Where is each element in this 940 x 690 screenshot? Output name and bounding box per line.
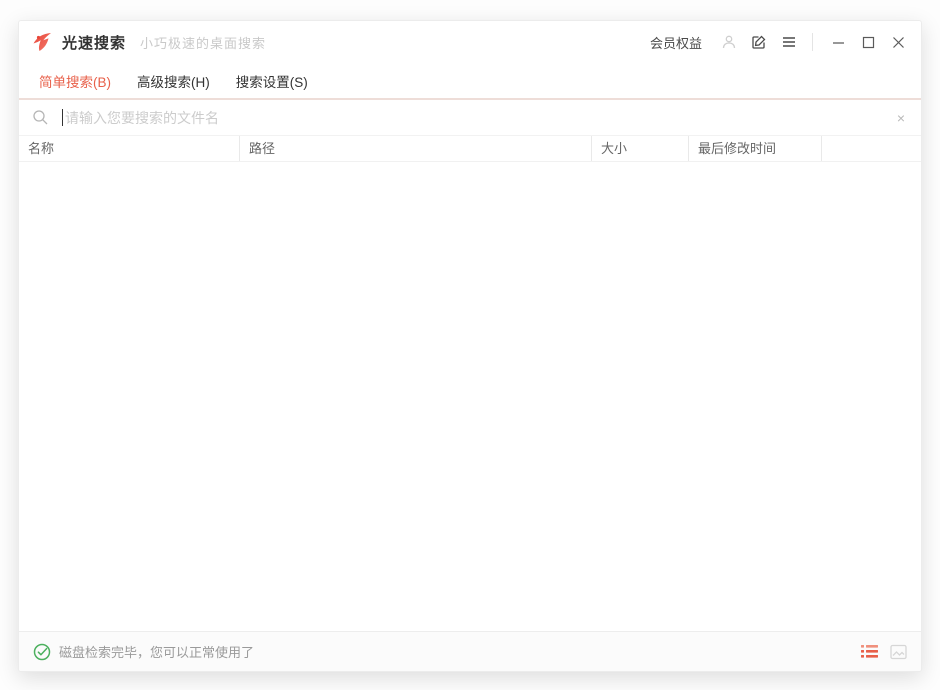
- titlebar-divider: [812, 33, 813, 51]
- maximize-button[interactable]: [853, 21, 883, 63]
- results-area: [19, 162, 921, 567]
- check-circle-icon: [33, 643, 51, 661]
- search-icon: [32, 109, 54, 126]
- tab-bar: 简单搜索(B) 高级搜索(H) 搜索设置(S): [19, 63, 921, 98]
- clear-search-icon[interactable]: ×: [894, 111, 908, 125]
- tab-simple-search[interactable]: 简单搜索(B): [39, 71, 111, 91]
- hamburger-menu-icon[interactable]: [774, 27, 804, 57]
- column-header-size[interactable]: 大小: [591, 136, 688, 161]
- text-caret: [62, 109, 63, 126]
- tab-search-settings[interactable]: 搜索设置(S): [236, 71, 308, 91]
- app-subtitle: 小巧极速的桌面搜索: [140, 33, 266, 52]
- member-benefits-link[interactable]: 会员权益: [650, 33, 702, 52]
- app-title: 光速搜索: [62, 32, 126, 53]
- status-bar: 磁盘检索完毕，您可以正常使用了: [19, 631, 921, 671]
- close-button[interactable]: [883, 21, 913, 63]
- app-logo-icon: [29, 29, 55, 55]
- title-bar: 光速搜索 小巧极速的桌面搜索 会员权益: [19, 21, 921, 63]
- search-bar: ×: [19, 100, 921, 136]
- results-list-icon[interactable]: [861, 644, 878, 659]
- minimize-button[interactable]: [823, 21, 853, 63]
- feedback-edit-icon[interactable]: [744, 27, 774, 57]
- user-icon[interactable]: [714, 27, 744, 57]
- column-header-extra: [821, 136, 921, 161]
- column-header-path[interactable]: 路径: [239, 136, 591, 161]
- column-header-name[interactable]: 名称: [19, 136, 239, 161]
- search-input[interactable]: [65, 110, 894, 126]
- status-message: 磁盘检索完毕，您可以正常使用了: [59, 642, 254, 661]
- preview-image-icon[interactable]: [890, 644, 907, 660]
- results-table-header: 名称 路径 大小 最后修改时间: [19, 136, 921, 162]
- app-window: 光速搜索 小巧极速的桌面搜索 会员权益: [18, 20, 922, 672]
- column-header-modified[interactable]: 最后修改时间: [688, 136, 821, 161]
- tab-advanced-search[interactable]: 高级搜索(H): [137, 71, 210, 91]
